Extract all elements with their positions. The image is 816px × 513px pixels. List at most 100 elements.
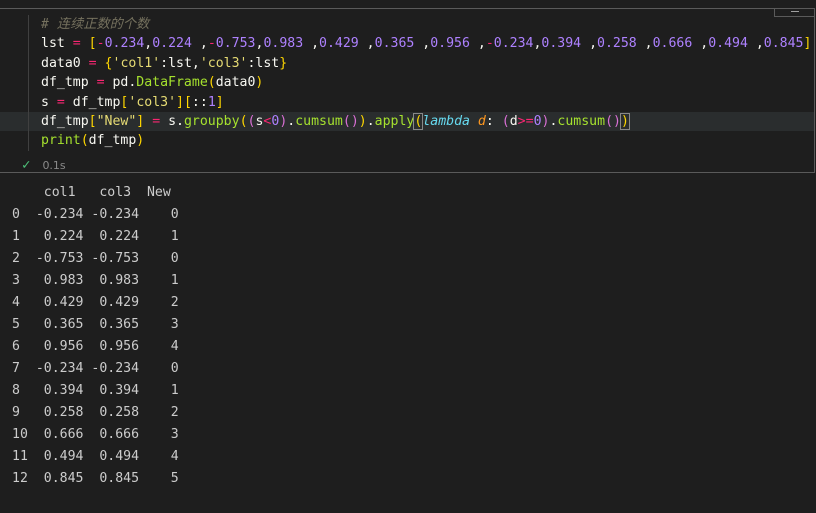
code-token: 0.234 xyxy=(493,36,534,52)
code-token: 0.666 xyxy=(652,36,693,52)
code-token: 'col3' xyxy=(199,55,248,71)
code-token: cumsum xyxy=(557,113,606,129)
code-token: 0.494 xyxy=(708,36,748,52)
code-token: 1 xyxy=(207,94,216,110)
code-token: :lst xyxy=(247,55,280,71)
code-token: , xyxy=(636,36,653,52)
code-token: df_tmp xyxy=(41,113,89,129)
code-token: = xyxy=(152,113,161,129)
code-token: , xyxy=(414,36,431,52)
code-token: , xyxy=(581,36,598,52)
output-header-row: col1 col3 New xyxy=(12,185,171,200)
code-token: 0.394 xyxy=(541,36,582,52)
code-token: { xyxy=(104,55,113,71)
code-line[interactable]: # 连续正数的个数 xyxy=(0,15,814,35)
code-token: 0.845 xyxy=(763,36,804,52)
code-token: = xyxy=(96,75,105,91)
code-token: [ xyxy=(88,113,97,129)
cell-output: col1 col3 New 0 -0.234 -0.234 0 1 0.224 0.… xyxy=(12,182,179,490)
code-token: groupby xyxy=(183,113,240,129)
code-token: ( xyxy=(501,113,510,129)
indent-guide xyxy=(28,34,29,54)
code-token: DataFrame xyxy=(136,75,208,91)
code-line[interactable]: lst = [-0.234,0.224 ,-0.753,0.983 ,0.429… xyxy=(0,34,814,54)
code-token: df_tmp xyxy=(88,133,137,149)
execution-time: 0.1s xyxy=(42,158,66,172)
check-icon: ✓ xyxy=(22,157,31,173)
code-token: , xyxy=(469,36,486,52)
code-token: d xyxy=(509,113,518,129)
code-token: cumsum xyxy=(295,113,343,129)
code-line[interactable]: df_tmp = pd.DataFrame(data0) xyxy=(0,73,814,93)
code-token: , xyxy=(303,36,320,52)
code-token: , xyxy=(358,36,375,52)
code-token: () xyxy=(342,113,359,129)
code-token: ] xyxy=(176,94,184,110)
code-token: = xyxy=(88,55,97,71)
code-token: 0.258 xyxy=(597,36,637,52)
code-token: () xyxy=(605,113,621,129)
code-token: ] xyxy=(215,94,224,110)
minus-icon xyxy=(791,11,799,12)
code-token: >= xyxy=(517,113,534,129)
indent-guide xyxy=(28,73,29,93)
code-line[interactable]: print(df_tmp) xyxy=(0,131,814,151)
code-editor[interactable]: # 连续正数的个数 lst = [-0.234,0.224 ,-0.753,0.9… xyxy=(0,15,814,151)
code-token: [ xyxy=(183,94,192,110)
code-token: d xyxy=(477,113,486,129)
code-token: . xyxy=(366,113,375,129)
code-token: 0.983 xyxy=(263,36,304,52)
code-token: - xyxy=(485,36,494,52)
code-token: [ xyxy=(88,36,97,52)
code-token: : xyxy=(485,113,502,129)
code-token: lambda xyxy=(422,113,470,129)
indent-guide xyxy=(28,111,29,132)
output-row: 4 0.429 0.429 2 xyxy=(12,295,179,310)
code-token: 0.956 xyxy=(430,36,470,52)
output-row: 9 0.258 0.258 2 xyxy=(12,405,179,420)
code-token: 'col3' xyxy=(128,94,177,110)
output-row: 12 0.845 0.845 5 xyxy=(12,471,179,486)
indent-guide xyxy=(28,15,29,35)
code-token: , xyxy=(191,36,208,52)
code-cell[interactable]: # 连续正数的个数 lst = [-0.234,0.224 ,-0.753,0.9… xyxy=(0,8,815,173)
output-row: 7 -0.234 -0.234 0 xyxy=(12,361,179,376)
code-token: data0 xyxy=(41,55,89,71)
indent-guide xyxy=(28,92,29,112)
code-token: apply xyxy=(374,113,415,129)
code-token: :lst, xyxy=(160,55,200,71)
code-token: = xyxy=(56,94,65,110)
code-token: df_tmp xyxy=(64,94,121,110)
code-token: 0.224 xyxy=(152,36,192,52)
code-token: - xyxy=(96,36,105,52)
code-token: ) xyxy=(136,133,145,149)
code-line[interactable]: data0 = {'col1':lst,'col3':lst} xyxy=(0,53,814,74)
code-token: lst xyxy=(41,36,73,52)
output-row: 10 0.666 0.666 3 xyxy=(12,427,179,442)
code-token: # 连续正数的个数 xyxy=(41,17,150,32)
output-row: 3 0.983 0.983 1 xyxy=(12,273,179,288)
code-token: data0 xyxy=(215,75,256,91)
code-token: print xyxy=(41,133,81,149)
code-token: 0.234 xyxy=(104,36,145,52)
code-token: ) xyxy=(255,75,264,91)
code-token: ( xyxy=(80,133,89,149)
code-token: 0.753 xyxy=(215,36,256,52)
code-line[interactable]: s = df_tmp['col3'][::1] xyxy=(0,92,814,112)
output-row: 0 -0.234 -0.234 0 xyxy=(12,207,179,222)
indent-guide xyxy=(28,131,29,151)
code-line[interactable]: df_tmp["New"] = s.groupby((s<0).cumsum()… xyxy=(0,111,814,132)
code-token: , xyxy=(692,36,709,52)
output-row: 5 0.365 0.365 3 xyxy=(12,317,179,332)
code-token: s xyxy=(41,94,57,110)
output-row: 11 0.494 0.494 4 xyxy=(12,449,179,464)
code-token: 'col1' xyxy=(112,55,161,71)
code-token: , xyxy=(747,36,764,52)
code-token: :: xyxy=(191,94,208,110)
code-token: } xyxy=(279,55,288,71)
code-token: s. xyxy=(160,113,184,129)
indent-guide xyxy=(28,53,29,74)
